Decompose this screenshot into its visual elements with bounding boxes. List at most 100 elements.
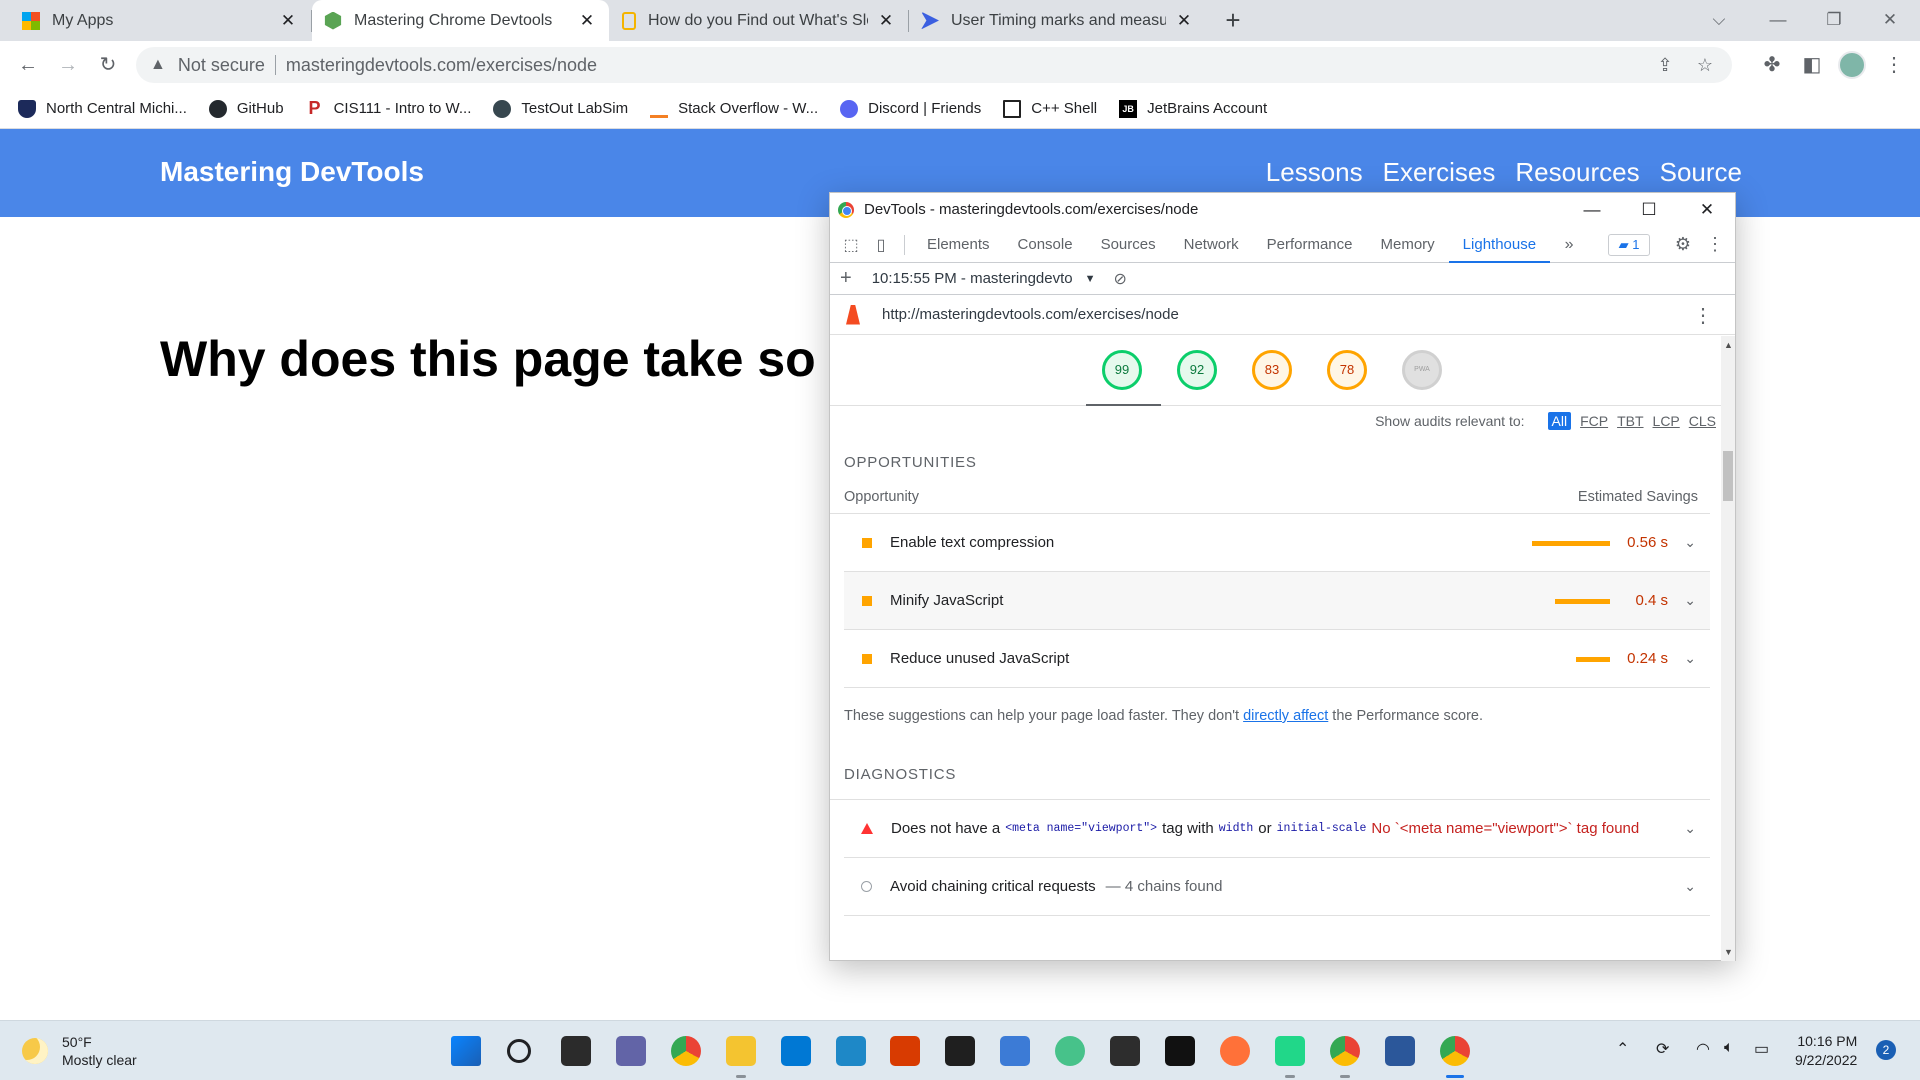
close-window-icon[interactable]: ✕: [1862, 0, 1918, 41]
restore-icon[interactable]: ❐: [1806, 0, 1862, 41]
bookmark-item[interactable]: GitHub: [208, 99, 284, 118]
scroll-down-icon[interactable]: ▼: [1724, 947, 1733, 957]
minimize-icon[interactable]: —: [1564, 193, 1620, 227]
tab-my-apps[interactable]: My Apps ✕: [10, 0, 310, 41]
device-toolbar-icon[interactable]: ▯: [866, 235, 896, 255]
chevron-down-icon[interactable]: ⌄: [1684, 592, 1696, 609]
bookmark-item[interactable]: Discord | Friends: [840, 99, 981, 118]
chevron-down-icon[interactable]: ⌄: [1684, 878, 1696, 895]
tab-memory[interactable]: Memory: [1367, 227, 1449, 263]
gauge-pwa[interactable]: PWA: [1402, 350, 1442, 390]
reload-icon[interactable]: ↻: [92, 49, 124, 81]
office-icon[interactable]: [890, 1036, 920, 1066]
share-icon[interactable]: ⇪: [1650, 50, 1680, 80]
audit-row[interactable]: Enable text compression 0.56 s ⌄: [844, 514, 1710, 572]
filter-tbt[interactable]: TBT: [1617, 413, 1643, 429]
warning-icon[interactable]: ▲: [150, 56, 166, 74]
scroll-thumb[interactable]: [1723, 451, 1733, 501]
tab-sources[interactable]: Sources: [1087, 227, 1170, 263]
inspect-element-icon[interactable]: ⬚: [836, 235, 866, 255]
gauge-performance[interactable]: 99: [1102, 350, 1142, 390]
nav-resources[interactable]: Resources: [1515, 157, 1639, 188]
close-tab-icon[interactable]: ✕: [1174, 11, 1194, 31]
terminal-icon[interactable]: [1165, 1036, 1195, 1066]
bookmark-item[interactable]: TestOut LabSim: [493, 99, 628, 118]
chevron-down-icon[interactable]: ⌄: [1684, 534, 1696, 551]
close-tab-icon[interactable]: ✕: [577, 11, 597, 31]
sticky-notes-icon[interactable]: [945, 1036, 975, 1066]
bookmark-star-icon[interactable]: ☆: [1690, 50, 1720, 80]
report-scrollbar[interactable]: ▲ ▼: [1721, 336, 1735, 961]
clock[interactable]: 10:16 PM 9/22/2022: [1795, 1032, 1857, 1070]
tab-elements[interactable]: Elements: [913, 227, 1004, 263]
teams-chat-icon[interactable]: [616, 1036, 646, 1066]
tab-whats-slow[interactable]: How do you Find out What's Slow ✕: [610, 0, 908, 41]
tab-user-timing[interactable]: User Timing marks and measures ✕: [909, 0, 1206, 41]
tab-performance[interactable]: Performance: [1253, 227, 1367, 263]
tab-console[interactable]: Console: [1004, 227, 1087, 263]
start-icon[interactable]: [451, 1036, 481, 1066]
letter-l-app-icon[interactable]: [836, 1036, 866, 1066]
chrome-profile-icon[interactable]: [1330, 1036, 1360, 1066]
gauge-seo[interactable]: 78: [1327, 350, 1367, 390]
report-menu-icon[interactable]: ⋮: [1693, 303, 1713, 328]
gauge-accessibility[interactable]: 92: [1177, 350, 1217, 390]
new-report-icon[interactable]: +: [840, 267, 852, 290]
tab-search-icon[interactable]: ⌵: [1691, 0, 1747, 41]
close-window-icon[interactable]: ✕: [1679, 193, 1735, 227]
weather-widget[interactable]: 50°F Mostly clear: [22, 1033, 137, 1069]
filter-fcp[interactable]: FCP: [1580, 413, 1608, 429]
search-icon[interactable]: [507, 1039, 531, 1063]
bookmark-item[interactable]: C++ Shell: [1003, 99, 1097, 118]
close-tab-icon[interactable]: ✕: [876, 11, 896, 31]
notification-badge[interactable]: 2: [1876, 1040, 1896, 1060]
chrome-active-icon[interactable]: [1440, 1036, 1470, 1066]
filter-cls[interactable]: CLS: [1689, 413, 1716, 429]
chrome-taskbar-icon[interactable]: [671, 1036, 701, 1066]
filter-all[interactable]: All: [1547, 412, 1572, 430]
inkscape-icon[interactable]: [1110, 1036, 1140, 1066]
chevron-down-icon[interactable]: ⌄: [1684, 820, 1696, 837]
clion-icon[interactable]: [1275, 1036, 1305, 1066]
profile-avatar[interactable]: [1838, 51, 1866, 79]
forward-icon[interactable]: →: [52, 49, 84, 81]
dropdown-arrow-icon[interactable]: ▼: [1085, 273, 1096, 285]
store-icon[interactable]: [781, 1036, 811, 1066]
extensions-icon[interactable]: ✤: [1756, 49, 1788, 81]
site-logo[interactable]: Mastering DevTools: [160, 156, 424, 188]
audit-row[interactable]: Avoid chaining critical requests — 4 cha…: [844, 858, 1710, 916]
word-icon[interactable]: [1385, 1036, 1415, 1066]
chevron-down-icon[interactable]: ⌄: [1684, 650, 1696, 667]
audit-row[interactable]: Minify JavaScript 0.4 s ⌄: [844, 572, 1710, 630]
sync-icon[interactable]: ⟳: [1656, 1039, 1669, 1059]
tab-network[interactable]: Network: [1170, 227, 1253, 263]
file-explorer-icon[interactable]: [726, 1036, 756, 1066]
issues-badge[interactable]: ▰ 1: [1608, 234, 1650, 256]
back-icon[interactable]: ←: [12, 49, 44, 81]
scroll-up-icon[interactable]: ▲: [1724, 340, 1733, 350]
more-tabs-icon[interactable]: »: [1554, 236, 1584, 254]
battery-icon[interactable]: ▭: [1754, 1039, 1769, 1059]
side-panel-icon[interactable]: ◧: [1796, 49, 1828, 81]
maximize-icon[interactable]: ☐: [1621, 193, 1677, 227]
wifi-icon[interactable]: ◠: [1696, 1039, 1710, 1059]
nav-source[interactable]: Source: [1660, 157, 1742, 188]
directly-affect-link[interactable]: directly affect: [1243, 708, 1328, 724]
browser-menu-icon[interactable]: ⋮: [1878, 49, 1910, 81]
bookmark-item[interactable]: JB JetBrains Account: [1119, 99, 1267, 118]
nav-exercises[interactable]: Exercises: [1383, 157, 1496, 188]
audit-row[interactable]: Does not have a <meta name="viewport"> t…: [844, 800, 1710, 858]
audit-row[interactable]: Reduce unused JavaScript 0.24 s ⌄: [844, 630, 1710, 688]
bookmark-item[interactable]: Stack Overflow - W...: [650, 100, 818, 118]
report-select[interactable]: 10:15:55 PM - masteringdevto: [872, 270, 1073, 287]
task-view-icon[interactable]: [561, 1036, 591, 1066]
clear-icon[interactable]: ⊘: [1114, 269, 1127, 289]
devtools-menu-icon[interactable]: ⋮: [1700, 234, 1730, 255]
bookmark-item[interactable]: P CIS111 - Intro to W...: [306, 98, 472, 118]
filter-lcp[interactable]: LCP: [1653, 413, 1680, 429]
atom-icon[interactable]: [1055, 1036, 1085, 1066]
minimize-icon[interactable]: —: [1750, 0, 1806, 41]
tab-lighthouse[interactable]: Lighthouse: [1448, 227, 1551, 263]
tab-mastering-devtools[interactable]: Mastering Chrome Devtools ✕: [312, 0, 609, 41]
address-bar[interactable]: ▲ Not secure masteringdevtools.com/exerc…: [136, 47, 1732, 83]
